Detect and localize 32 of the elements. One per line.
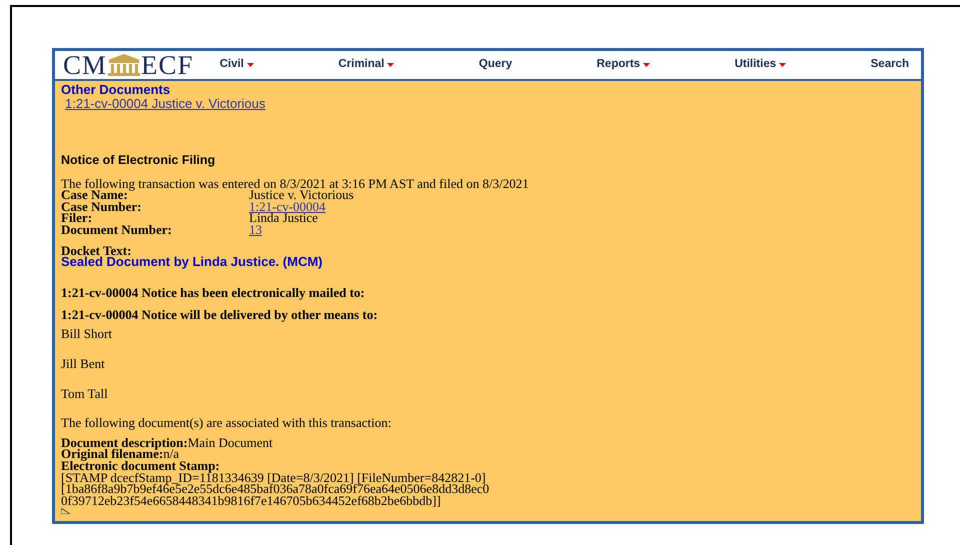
menu-item[interactable]: Query (474, 56, 516, 74)
triangle-icon (61, 508, 70, 514)
logo-text: CM (63, 52, 108, 78)
recipient-name: Tom Tall (61, 388, 109, 400)
field-label: Case Name: (61, 189, 128, 201)
recipients-heading: 1:21-cv-00004 Notice has been electronically mailed to: (61, 287, 366, 299)
field-label: Case Number: (61, 200, 143, 212)
docket-text: Sealed Document by Linda Justice. (MCM) (61, 256, 324, 268)
field-label: Filer: (61, 212, 92, 224)
document-field: Original filename:n/a (61, 448, 915, 460)
logo-text: ECF (141, 52, 194, 78)
documents-intro: The following document(s) are associated with this transaction: (61, 417, 392, 429)
field-label: Document Number: (61, 224, 173, 236)
menu-item[interactable]: Criminal (334, 56, 398, 74)
stamp-text: [1ba86f8a9b7b9ef46e5e2e55dc6e485baf036a78a0fca69f76ea64e0506e8dd3d8ec0 (61, 483, 490, 495)
document-field: Electronic document Stamp: (61, 460, 915, 472)
recipient-name: Bill Short (61, 328, 113, 340)
docket-label: Docket Text: (61, 244, 132, 256)
notice-title: Notice of Electronic Filing (61, 155, 216, 167)
recipient-name: Jill Bent (61, 358, 106, 370)
recipients-heading: 1:21-cv-00004 Notice will be delivered by other means to: (61, 308, 379, 320)
menu-item[interactable]: Utilities (730, 56, 790, 74)
section-title: Other Documents (61, 83, 172, 97)
menu-item[interactable]: Reports (592, 56, 654, 74)
menu-item[interactable]: Search (866, 56, 913, 74)
document-field: Document description:Main Document (61, 436, 915, 448)
case-link[interactable]: 1:21-cv-00004 Justice v. Victorious (65, 96, 266, 111)
menu-item[interactable]: Civil (216, 56, 258, 74)
stamp-text: 0f39712eb23f54e6658448341b9816f7e146705b634452ef68b2be6bbdb]] (61, 494, 441, 506)
stamp-text: [STAMP dcecfStamp_ID=1181334639 [Date=8/3/2021] [FileNumber=842821-0] (61, 472, 486, 484)
intro-text: The following transaction was entered on 8/3/2021 at 3:16 PM AST and filed on 8/3/2021 (61, 178, 530, 190)
courthouse-icon (107, 53, 142, 77)
